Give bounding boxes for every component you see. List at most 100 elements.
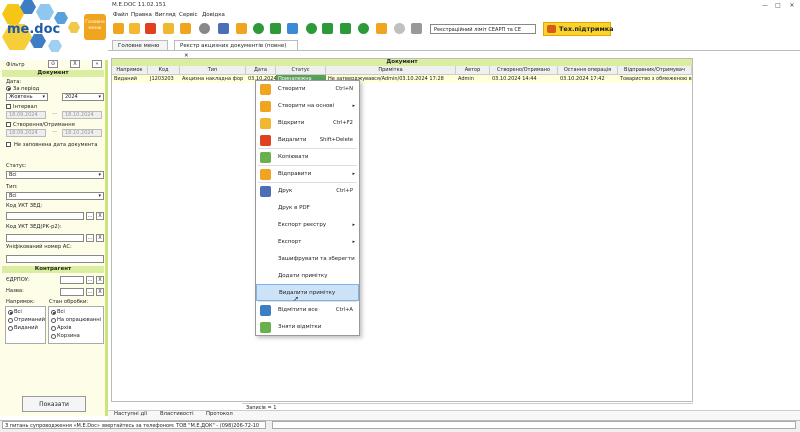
month-select[interactable]: Жовтень ▾ [6,93,48,101]
settings-icon[interactable] [199,23,210,34]
check-icon[interactable] [270,23,281,34]
tab-main-menu[interactable]: Головне меню [112,40,168,50]
folder-icon[interactable] [163,23,174,34]
filter-refresh-icon[interactable]: ⊙ [48,60,58,68]
ctx-create[interactable]: Створити Ctrl+N [256,81,359,98]
tab-next-actions[interactable]: Наступні дії [114,411,147,418]
col-status[interactable]: Статус [276,66,326,74]
ukt2-input[interactable] [6,234,84,242]
package-icon[interactable] [236,23,247,34]
col-counterparty[interactable]: Відправник/Отримувач [618,66,692,74]
name-clear-button[interactable]: X [96,288,104,296]
no-date-checkbox[interactable] [6,142,11,147]
new-doc-icon[interactable] [113,23,124,34]
col-code[interactable]: Код [148,66,180,74]
tools-icon[interactable] [411,23,422,34]
name-browse-button[interactable]: ... [86,288,94,296]
menu-help[interactable]: Довідка [202,12,225,18]
tab-properties[interactable]: Властивості [160,411,194,418]
direction-label: Напрямок: [6,299,35,305]
tab-protocol[interactable]: Протокол [206,411,233,418]
minimize-button[interactable]: — [760,1,770,10]
col-type[interactable]: Тип [180,66,246,74]
ctx-delete[interactable]: Видалити Shift+Delete [256,132,359,149]
created-to-field[interactable]: 18.10.2024 [62,129,102,137]
ctx-export[interactable]: Експорт ▸ [256,234,359,251]
sync-icon[interactable] [358,23,369,34]
print-icon[interactable] [218,23,229,34]
menu-file[interactable]: Файл [113,12,128,18]
shield-icon[interactable] [287,23,298,34]
ctx-export-registry[interactable]: Експорт реєстру ▸ [256,217,359,234]
type-select[interactable]: Всі ▾ [6,192,104,200]
processing-pending-radio[interactable] [51,318,56,323]
archive-icon[interactable] [376,23,387,34]
ctx-add-note[interactable]: Додати примітку [256,268,359,285]
close-window-button[interactable]: ✕ [787,1,797,10]
created-checkbox[interactable] [6,122,11,127]
created-from-field[interactable]: 18.09.2024 [6,129,46,137]
interval-checkbox[interactable] [6,104,11,109]
ukt2-clear-button[interactable]: X [96,234,104,242]
send-icon[interactable] [180,23,191,34]
col-author[interactable]: Автор [456,66,490,74]
processing-trash-radio[interactable] [51,334,56,339]
edrpou-clear-button[interactable]: X [96,276,104,284]
name-input[interactable] [60,288,84,296]
refresh-icon[interactable] [306,23,317,34]
ctx-print[interactable]: Друк Ctrl+P [256,183,359,200]
menu-service[interactable]: Сервіс [179,12,198,18]
envelope-icon[interactable] [340,23,351,34]
show-button[interactable]: Показати [22,396,86,412]
interval-to-field[interactable]: 18.10.2024 [62,111,102,119]
col-last-op[interactable]: Остання операція [558,66,618,74]
export-icon[interactable] [322,23,333,34]
sign-icon[interactable] [253,23,264,34]
window-title: M.E.DOC 11.02.151 [112,2,166,8]
processing-archive-label: Архів [57,325,72,331]
menu-edit[interactable]: Правка [131,12,152,18]
info-icon[interactable] [394,23,405,34]
direction-all-label: Всі [14,309,22,315]
col-direction[interactable]: Напрямок [112,66,148,74]
col-note[interactable]: Примітка [326,66,456,74]
ukt-label: Код УКТ ЗЕД: [6,203,43,209]
direction-issued-radio[interactable] [8,326,13,331]
col-date[interactable]: Дата [246,66,276,74]
maximize-button[interactable]: □ [773,1,783,10]
tab-excise-registry[interactable]: Реєстр акцизних документів (повне) ✕ [174,40,298,59]
ukt-clear-button[interactable]: X [96,212,104,220]
menu-view[interactable]: Вигляд [155,12,176,18]
ctx-select-all[interactable]: Відмітити все Ctrl+A [256,302,359,319]
ctx-label: Зняти відмітки [278,324,322,330]
direction-received-radio[interactable] [8,318,13,323]
filter-collapse-button[interactable]: « [92,60,102,68]
interval-from-field[interactable]: 18.09.2024 [6,111,46,119]
col-created[interactable]: Створено/Отримано [490,66,558,74]
status-select[interactable]: Всі ▾ [6,171,104,179]
processing-all-radio[interactable] [51,310,56,315]
edrpou-browse-button[interactable]: ... [86,276,94,284]
ukt-input[interactable] [6,212,84,220]
filter-clear-button[interactable]: X [70,60,80,68]
period-radio[interactable] [6,86,11,91]
ctx-unselect[interactable]: Зняти відмітки [256,319,359,336]
ukt-browse-button[interactable]: ... [86,212,94,220]
ukt2-browse-button[interactable]: ... [86,234,94,242]
processing-archive-radio[interactable] [51,326,56,331]
open-doc-icon[interactable] [129,23,140,34]
ctx-copy[interactable]: Копіювати [256,149,359,166]
edrpou-input[interactable] [60,276,84,284]
limit-select[interactable]: Реєстраційний ліміт СЕАРП та СЕ [430,24,536,34]
ctx-delete-note[interactable]: Видалити примітку ➚ [256,284,359,303]
ctx-send[interactable]: Відправити ▸ [256,166,359,183]
home-menu-tile[interactable]: Головне меню [84,14,106,40]
ctx-open[interactable]: Відкрити Ctrl+F2 [256,115,359,132]
unified-input[interactable] [6,255,104,263]
year-select[interactable]: 2024 ▾ [62,93,104,101]
delete-doc-icon[interactable] [145,23,156,34]
direction-all-radio[interactable] [8,310,13,315]
ctx-encrypt-save[interactable]: Зашифрувати та зберегти [256,251,359,268]
ctx-print-pdf[interactable]: Друк в PDF [256,200,359,217]
ctx-create-based[interactable]: Створити на основі ▸ [256,98,359,115]
